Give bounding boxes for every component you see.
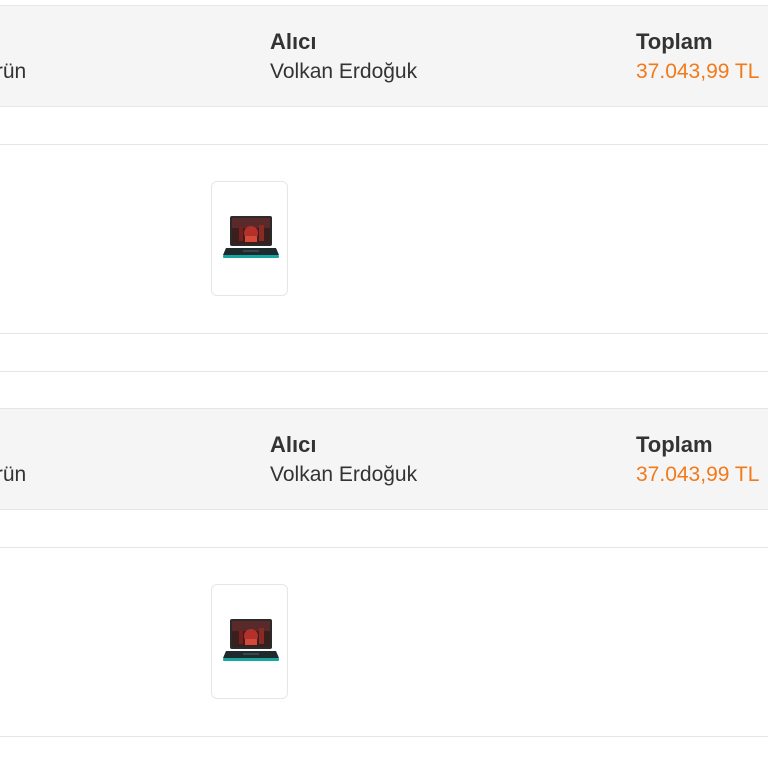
recipient-title: Alıcı [270,29,317,54]
recipient-name: Volkan Erdoğuk [270,463,418,486]
recipient-title: Alıcı [270,432,317,457]
total-price: 37.043,99 TL [636,463,760,486]
product-thumbnail[interactable] [211,584,288,699]
order-item-row [0,145,768,334]
order-summary-value: at, 1 Ürün [0,60,27,83]
order-header[interactable]: zeti at, 1 Ürün Alıcı Volkan Erdoğuk Top… [0,408,768,510]
order-recipient: Alıcı Volkan Erdoğuk [270,430,417,490]
total-price: 37.043,99 TL [636,60,760,83]
order-item-row [0,548,768,737]
order-footer-divider [0,334,768,372]
product-thumbnail[interactable] [211,181,288,296]
order-card: zeti at, 1 Ürün Alıcı Volkan Erdoğuk Top… [0,5,768,372]
order-summary-value: at, 1 Ürün [0,463,27,486]
order-summary-title: zeti [0,27,26,57]
order-header[interactable]: zeti at, 1 Ürün Alıcı Volkan Erdoğuk Top… [0,5,768,107]
order-total: Toplam 37.043,99 TL [636,27,759,87]
order-divider [0,107,768,145]
order-summary: zeti at, 1 Ürün [0,27,26,87]
order-total: Toplam 37.043,99 TL [636,430,759,490]
order-card: zeti at, 1 Ürün Alıcı Volkan Erdoğuk Top… [0,408,768,737]
order-recipient: Alıcı Volkan Erdoğuk [270,27,417,87]
order-summary: zeti at, 1 Ürün [0,430,26,490]
total-title: Toplam [636,432,713,457]
order-divider [0,510,768,548]
laptop-icon [223,216,279,258]
laptop-icon [223,619,279,661]
orders-page: zeti at, 1 Ürün Alıcı Volkan Erdoğuk Top… [0,0,768,768]
order-summary-title: zeti [0,430,26,460]
total-title: Toplam [636,29,713,54]
recipient-name: Volkan Erdoğuk [270,60,418,83]
